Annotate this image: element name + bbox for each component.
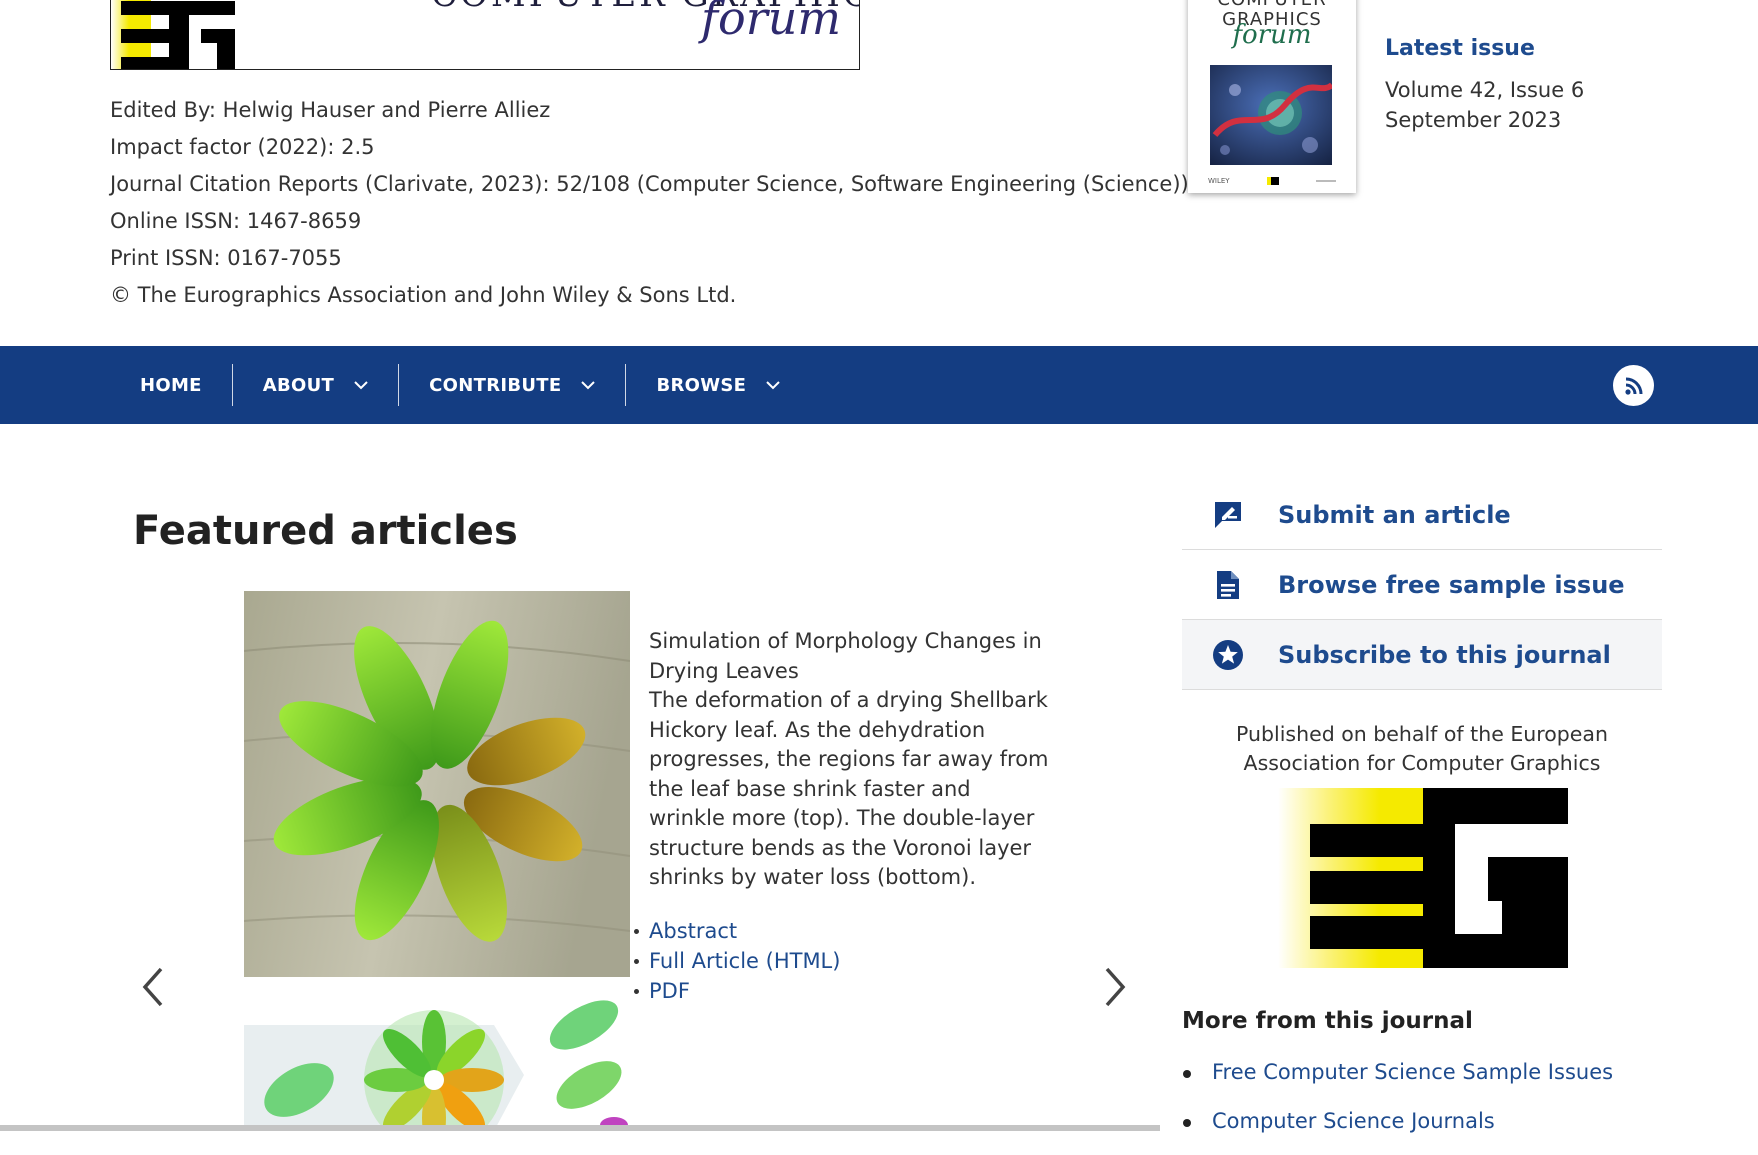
nav-home[interactable]: HOME — [110, 364, 233, 406]
list-item: PDF — [633, 976, 840, 1006]
sidebar-actions: Submit an article Browse free sample iss… — [1182, 480, 1662, 690]
rss-button[interactable] — [1613, 365, 1654, 406]
banner-forum: forum — [701, 0, 841, 45]
cover-image — [1210, 65, 1332, 165]
cover-eg-mark — [1266, 177, 1279, 185]
chevron-down-icon — [354, 381, 368, 390]
cover-footer: WILEY — [1208, 177, 1336, 185]
published-on-behalf: Published on behalf of the European Asso… — [1236, 722, 1608, 775]
cover-publisher: WILEY — [1208, 177, 1230, 185]
featured-article-links: Abstract Full Article (HTML) PDF — [633, 916, 840, 1006]
subscribe-journal-link[interactable]: Subscribe to this journal — [1182, 620, 1662, 690]
nav-browse-label: BROWSE — [656, 374, 747, 396]
cover-footer-spacer — [1316, 180, 1336, 182]
leaf-simulation-image — [244, 985, 630, 1131]
abstract-link[interactable]: Abstract — [649, 919, 737, 943]
rss-icon — [1624, 377, 1642, 395]
document-icon — [1210, 567, 1246, 603]
nav-contribute[interactable]: CONTRIBUTE — [399, 364, 627, 406]
list-item: Free Computer Science Sample Issues — [1182, 1057, 1613, 1087]
browse-sample-issue-label: Browse free sample issue — [1278, 570, 1625, 599]
nav-browse[interactable]: BROWSE — [626, 364, 810, 406]
free-cs-sample-issues-link[interactable]: Free Computer Science Sample Issues — [1212, 1060, 1613, 1084]
latest-issue-info: Volume 42, Issue 6 September 2023 — [1385, 75, 1584, 135]
cover-forum: forum — [1232, 20, 1312, 50]
chevron-left-icon — [142, 967, 163, 1007]
main-navigation: HOME ABOUT CONTRIBUTE BROWSE — [0, 346, 1758, 424]
list-item: Computer Science Journals — [1182, 1106, 1613, 1136]
nav-contribute-label: CONTRIBUTE — [429, 374, 562, 396]
nav-about[interactable]: ABOUT — [233, 364, 400, 406]
submit-article-label: Submit an article — [1278, 500, 1511, 529]
more-from-journal-heading: More from this journal — [1182, 1008, 1473, 1034]
latest-issue-date: September 2023 — [1385, 108, 1562, 132]
featured-article-image[interactable] — [244, 591, 630, 977]
copyright-line: © The Eurographics Association and John … — [110, 283, 737, 307]
featured-article-description: The deformation of a drying Shellbark Hi… — [649, 688, 1049, 889]
featured-article-title: Simulation of Morphology Changes in Dryi… — [649, 629, 1042, 683]
impact-factor-line: Impact factor (2022): 2.5 — [110, 135, 375, 159]
journal-banner-logo[interactable]: COMPUTER GRAPHICS forum — [110, 0, 860, 70]
list-item: Full Article (HTML) — [633, 946, 840, 976]
featured-article-text: Simulation of Morphology Changes in Dryi… — [649, 627, 1049, 893]
journal-meta: Edited By: Helwig Hauser and Pierre Alli… — [110, 92, 1189, 314]
submit-article-link[interactable]: Submit an article — [1182, 480, 1662, 550]
nav-about-label: ABOUT — [262, 374, 335, 396]
print-issn-line: Print ISSN: 0167-7055 — [110, 246, 342, 270]
latest-issue-volume: Volume 42, Issue 6 — [1385, 78, 1585, 102]
nav-home-label: HOME — [140, 374, 202, 396]
latest-issue-cover[interactable]: COMPUTER GRAPHICS forum WILEY — [1188, 0, 1356, 193]
featured-article-image-bottom — [244, 985, 630, 1131]
more-from-journal-list: Free Computer Science Sample Issues Comp… — [1182, 1057, 1613, 1155]
carousel-next-button[interactable] — [1100, 965, 1130, 1009]
browse-sample-issue-link[interactable]: Browse free sample issue — [1182, 550, 1662, 620]
featured-articles-heading: Featured articles — [133, 508, 518, 554]
citation-reports-line: Journal Citation Reports (Clarivate, 202… — [110, 172, 1189, 196]
cs-journals-link[interactable]: Computer Science Journals — [1212, 1109, 1495, 1133]
horizontal-scrollbar[interactable] — [0, 1125, 1160, 1131]
online-issn-line: Online ISSN: 1467-8659 — [110, 209, 362, 233]
chevron-down-icon — [766, 381, 780, 390]
list-item: Abstract — [633, 916, 840, 946]
carousel-prev-button[interactable] — [138, 965, 168, 1009]
latest-issue-block: Latest issue Volume 42, Issue 6 Septembe… — [1385, 36, 1584, 135]
edit-note-icon — [1210, 497, 1246, 533]
subscribe-journal-label: Subscribe to this journal — [1278, 640, 1611, 669]
pdf-link[interactable]: PDF — [649, 979, 690, 1003]
eurographics-logo[interactable] — [1278, 788, 1568, 968]
drying-leaves-image — [244, 591, 630, 977]
editors-line: Edited By: Helwig Hauser and Pierre Alli… — [110, 98, 551, 122]
chevron-down-icon — [581, 381, 596, 390]
star-badge-icon — [1210, 637, 1246, 673]
eg-banner-mark — [111, 0, 271, 69]
latest-issue-link[interactable]: Latest issue — [1385, 36, 1584, 61]
chevron-right-icon — [1105, 967, 1126, 1007]
full-article-html-link[interactable]: Full Article (HTML) — [649, 949, 840, 973]
